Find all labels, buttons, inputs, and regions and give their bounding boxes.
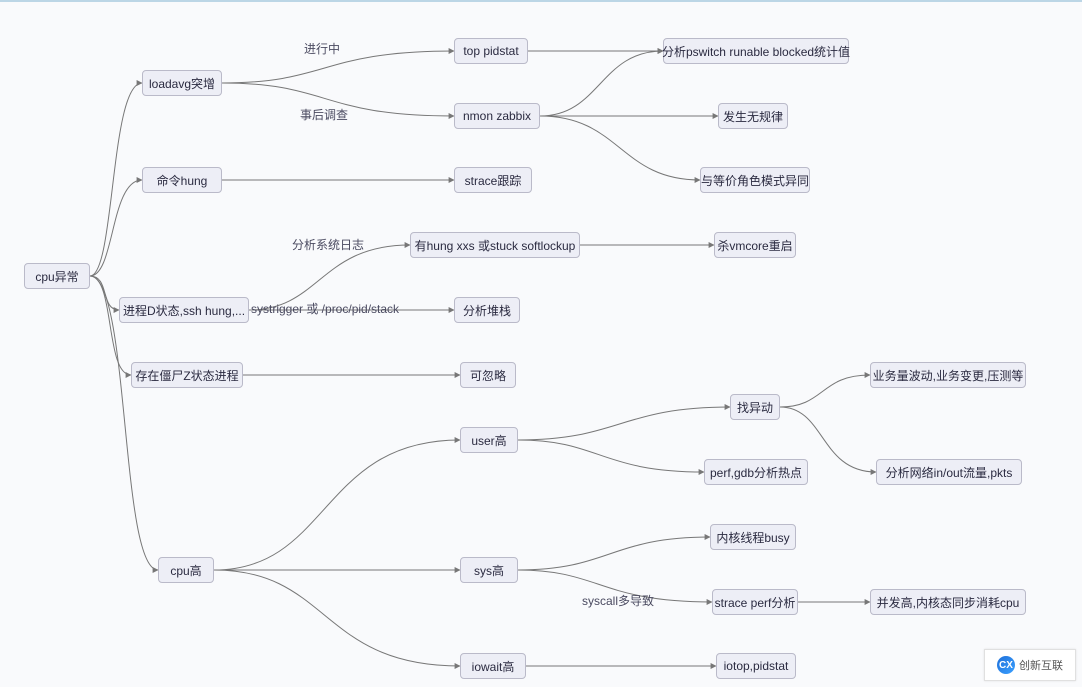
node-loadavg[interactable]: loadavg突增 [142,70,222,96]
node-dstate[interactable]: 进程D状态,ssh hung,... [119,297,249,323]
edge-label-post: 事后调查 [300,106,348,123]
edge-label-syslog: 分析系统日志 [292,236,364,253]
node-net-inout[interactable]: 分析网络in/out流量,pkts [876,459,1022,485]
watermark: CX 创新互联 [984,649,1076,681]
node-iowait-high[interactable]: iowait高 [460,653,526,679]
node-find-anomaly[interactable]: 找异动 [730,394,780,420]
edge-label-systrigger: systrigger 或 /proc/pid/stack [251,300,399,317]
edge-label-ongoing: 进行中 [304,40,340,57]
node-role-diff[interactable]: 与等价角色模式异同 [700,167,810,193]
node-syscall-sync[interactable]: 并发高,内核态同步消耗cpu [870,589,1026,615]
edge-label-syscall-many: syscall多导致 [582,592,654,609]
node-top-pidstat[interactable]: top pidstat [454,38,528,64]
node-sys-high[interactable]: sys高 [460,557,518,583]
node-pswitch[interactable]: 分析pswitch runable blocked统计值 [663,38,849,64]
top-border [0,0,1082,2]
node-strace-perf[interactable]: strace perf分析 [712,589,798,615]
node-ignore[interactable]: 可忽略 [460,362,516,388]
node-biz-fluct[interactable]: 业务量波动,业务变更,压测等 [870,362,1026,388]
watermark-logo-icon: CX [997,656,1015,674]
node-iotop-pidstat[interactable]: iotop,pidstat [716,653,796,679]
node-user-high[interactable]: user高 [460,427,518,453]
node-kill-vmcore[interactable]: 杀vmcore重启 [714,232,796,258]
diagram-edges [0,0,1082,687]
node-perf-gdb[interactable]: perf,gdb分析热点 [704,459,808,485]
watermark-text: 创新互联 [1019,657,1063,673]
node-nmon-zabbix[interactable]: nmon zabbix [454,103,540,129]
node-cmdhung[interactable]: 命令hung [142,167,222,193]
node-cpuhigh[interactable]: cpu高 [158,557,214,583]
node-analyze-stack[interactable]: 分析堆栈 [454,297,520,323]
node-kernel-busy[interactable]: 内核线程busy [710,524,796,550]
node-strace-track[interactable]: strace跟踪 [454,167,532,193]
node-root[interactable]: cpu异常 [24,263,90,289]
node-zombie[interactable]: 存在僵尸Z状态进程 [131,362,243,388]
node-no-pattern[interactable]: 发生无规律 [718,103,788,129]
node-hung-xxs[interactable]: 有hung xxs 或stuck softlockup [410,232,580,258]
